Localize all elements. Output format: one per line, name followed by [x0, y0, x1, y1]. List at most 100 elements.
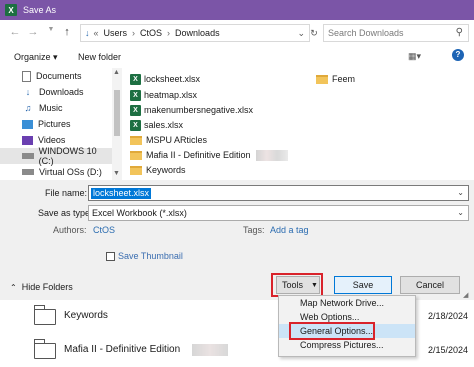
address-dropdown-icon[interactable]: ⌄ [297, 28, 305, 39]
videos-icon [22, 135, 33, 145]
background-date: 2/15/2024 [428, 345, 469, 355]
chevron-down-icon[interactable]: ⌄ [457, 208, 464, 217]
nav-item-label: Virtual OSs (D:) [39, 167, 102, 177]
navigation-pane: Documents ↓ Downloads ♫ Music Pictures V… [0, 68, 112, 180]
file-name-label: File name: [45, 188, 88, 198]
authors-value[interactable]: CtOS [93, 225, 115, 235]
nav-item-label: Documents [36, 71, 82, 81]
excel-file-icon: X [130, 104, 141, 116]
excel-file-icon: X [130, 73, 141, 85]
downloads-icon: ↓ [25, 87, 31, 97]
chevron-down-icon[interactable]: ⌄ [457, 188, 464, 197]
save-form: File name: locksheet.xlsx ⌄ Save as type… [0, 180, 474, 300]
nav-item-label: Music [39, 103, 63, 113]
background-folder-name: Keywords [64, 310, 108, 321]
forward-arrow-icon[interactable]: → [26, 26, 40, 38]
nav-item-music[interactable]: ♫ Music [0, 100, 112, 116]
address-bar[interactable]: ↓ « Users › CtOS › Downloads ⌄ [80, 24, 310, 42]
scroll-down-icon[interactable]: ▼ [113, 170, 120, 177]
nav-item-pictures[interactable]: Pictures [0, 116, 112, 132]
menu-item-compress-pictures[interactable]: Compress Pictures... [279, 338, 415, 352]
new-folder-button[interactable]: New folder [78, 52, 121, 62]
chevron-up-icon: ⌃ [10, 282, 17, 292]
save-type-value: Excel Workbook (*.xlsx) [92, 208, 187, 218]
folder-name: Keywords [146, 165, 186, 175]
breadcrumb-downloads[interactable]: Downloads [175, 28, 220, 38]
file-name: heatmap.xlsx [144, 90, 198, 100]
file-list: X locksheet.xlsx X heatmap.xlsx X makenu… [122, 68, 474, 180]
command-bar: Organize ▾ New folder ▦▾ ? [0, 46, 474, 68]
recent-dropdown-icon[interactable]: ▼ [44, 26, 58, 33]
file-name-field[interactable]: locksheet.xlsx ⌄ [88, 185, 469, 201]
help-icon[interactable]: ? [452, 49, 464, 61]
nav-item-label: Downloads [39, 87, 84, 97]
excel-file-icon: X [130, 119, 141, 131]
tags-label: Tags: [243, 225, 265, 235]
organize-menu[interactable]: Organize ▾ [14, 52, 58, 63]
folder-item[interactable]: MSPU ARticles [130, 133, 207, 147]
file-name-value[interactable]: locksheet.xlsx [91, 188, 152, 199]
breadcrumb-ctos[interactable]: CtOS [140, 28, 162, 38]
blurred-region [192, 344, 228, 356]
window-title: Save As [23, 5, 57, 15]
menu-item-map-network-drive[interactable]: Map Network Drive... [279, 296, 415, 310]
nav-item-downloads[interactable]: ↓ Downloads [0, 84, 112, 100]
file-item[interactable]: X heatmap.xlsx [130, 88, 197, 102]
hide-folders-toggle[interactable]: ⌃ Hide Folders [10, 282, 73, 292]
nav-item-virtual-drive[interactable]: Virtual OSs (D:) [0, 164, 112, 180]
save-type-select[interactable]: Excel Workbook (*.xlsx) ⌄ [88, 205, 469, 221]
search-placeholder: Search Downloads [328, 28, 404, 38]
folder-icon [130, 150, 142, 160]
folder-outline-icon [34, 305, 56, 325]
up-arrow-icon[interactable]: ↑ [60, 26, 74, 38]
tags-value[interactable]: Add a tag [270, 225, 309, 235]
folder-icon [130, 135, 142, 145]
excel-file-icon: X [130, 89, 141, 101]
scroll-up-icon[interactable]: ▲ [113, 69, 120, 76]
save-thumbnail-label: Save Thumbnail [118, 251, 183, 261]
folder-item[interactable]: Keywords [130, 163, 186, 177]
title-bar: X Save As [0, 0, 474, 20]
file-name: makenumbersnegative.xlsx [144, 105, 254, 115]
checkbox-icon[interactable] [106, 251, 115, 261]
cancel-button[interactable]: Cancel [400, 276, 460, 294]
file-name: sales.xlsx [144, 120, 184, 130]
address-overflow[interactable]: « [94, 28, 99, 38]
general-options-highlight-box [289, 322, 375, 340]
folder-name: Feem [332, 74, 356, 84]
breadcrumb-users[interactable]: Users [104, 28, 128, 38]
view-options-icon[interactable]: ▦▾ [408, 51, 421, 62]
file-item[interactable]: X locksheet.xlsx [130, 72, 200, 86]
nav-scrollbar[interactable]: ▲ ▼ [112, 68, 122, 180]
save-thumbnail-checkbox[interactable]: Save Thumbnail [106, 251, 183, 261]
file-item[interactable]: X sales.xlsx [130, 118, 183, 132]
nav-item-label: Pictures [38, 119, 71, 129]
folder-item[interactable]: Mafia II - Definitive Edition [130, 148, 288, 162]
file-name: locksheet.xlsx [144, 74, 201, 84]
scrollbar-thumb[interactable] [114, 90, 120, 136]
nav-item-documents[interactable]: Documents [0, 68, 112, 84]
search-input[interactable]: Search Downloads ⚲ [323, 24, 469, 42]
resize-grip-icon[interactable]: ◢ [463, 291, 468, 299]
folder-item[interactable]: Feem [316, 72, 355, 86]
pictures-icon [22, 119, 33, 129]
file-item[interactable]: X makenumbersnegative.xlsx [130, 103, 253, 117]
folder-icon [130, 165, 142, 175]
documents-icon [22, 70, 31, 82]
refresh-icon[interactable]: ↻ [306, 24, 322, 42]
breadcrumb-separator-icon[interactable]: › [132, 28, 135, 38]
downloads-icon: ↓ [85, 28, 90, 38]
blurred-region [255, 149, 288, 161]
save-button[interactable]: Save [334, 276, 392, 294]
back-arrow-icon[interactable]: ← [8, 26, 22, 38]
breadcrumb-separator-icon[interactable]: › [167, 28, 170, 38]
drive-icon [22, 153, 34, 159]
nav-item-windows-drive[interactable]: WINDOWS 10 (C:) [0, 146, 112, 166]
nav-item-label: WINDOWS 10 (C:) [38, 146, 97, 166]
excel-icon: X [5, 4, 17, 16]
authors-label: Authors: [53, 225, 87, 235]
save-type-label: Save as type: [38, 208, 93, 218]
drive-icon [22, 169, 34, 175]
address-row: ← → ▼ ↑ ↓ « Users › CtOS › Downloads ⌄ ↻… [0, 20, 474, 46]
folder-outline-icon [34, 339, 56, 359]
